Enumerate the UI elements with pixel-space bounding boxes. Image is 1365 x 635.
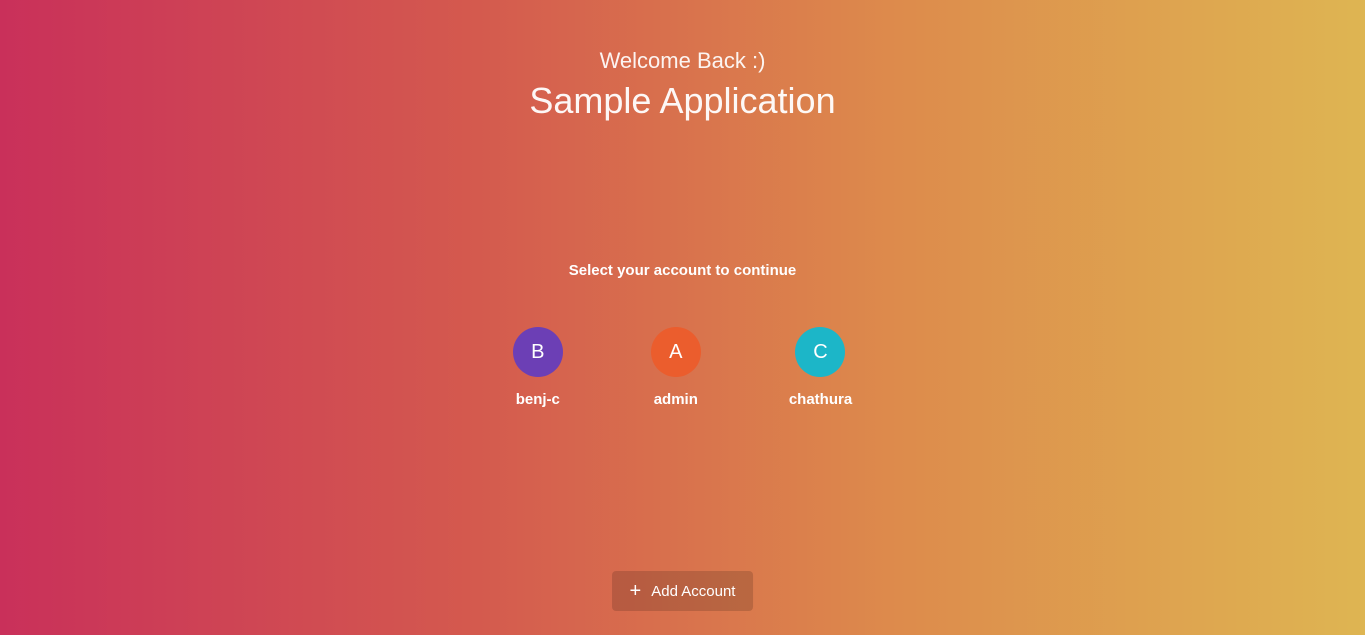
accounts-row: B benj-c A admin C chathura [513,327,852,408]
app-title: Sample Application [529,80,835,122]
avatar: A [651,327,701,377]
account-item-admin[interactable]: A admin [651,327,701,408]
account-item-benj-c[interactable]: B benj-c [513,327,563,408]
avatar: B [513,327,563,377]
welcome-text: Welcome Back :) [529,48,835,74]
account-name: chathura [789,391,852,408]
header: Welcome Back :) Sample Application [529,48,835,122]
select-account-prompt: Select your account to continue [569,262,797,279]
account-item-chathura[interactable]: C chathura [789,327,852,408]
plus-icon: + [630,581,642,601]
add-account-button[interactable]: + Add Account [612,571,754,611]
avatar: C [795,327,845,377]
account-name: benj-c [516,391,560,408]
account-name: admin [654,391,698,408]
add-account-label: Add Account [651,583,735,600]
